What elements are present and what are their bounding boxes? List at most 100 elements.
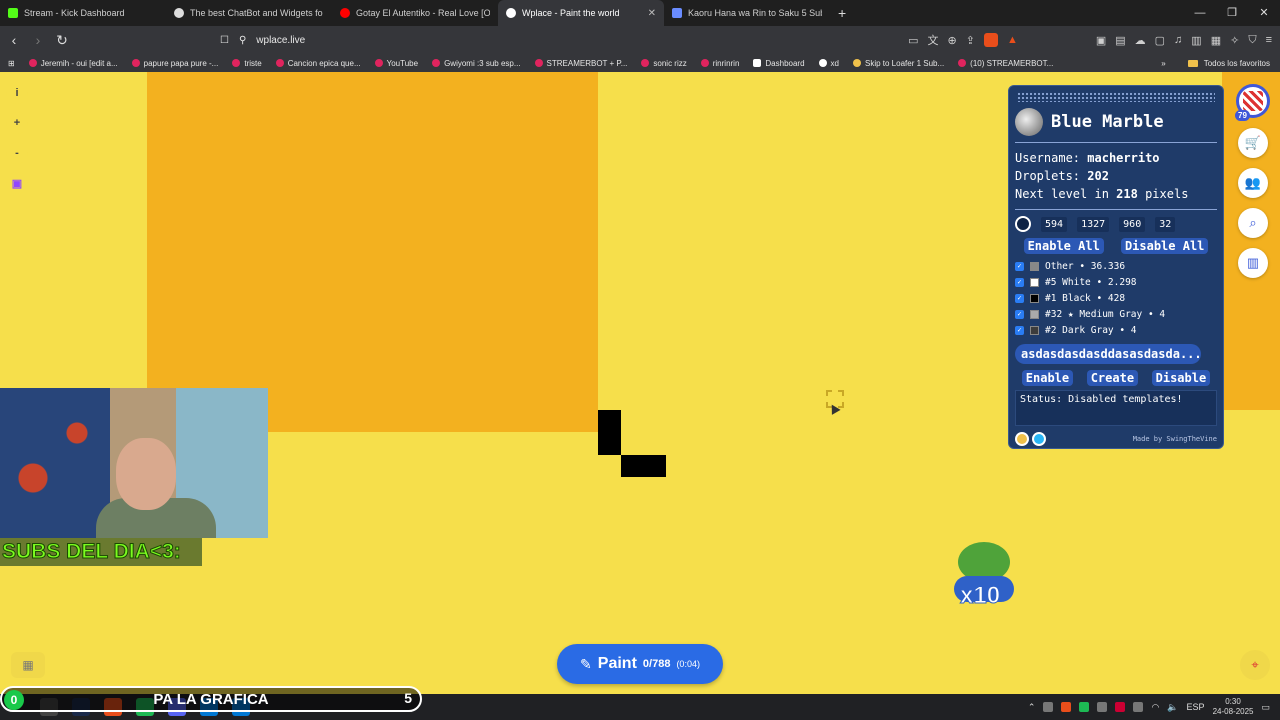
leo-icon[interactable]: ✧ [1230, 34, 1239, 47]
minimize-icon[interactable]: — [1184, 0, 1216, 26]
share-icon[interactable]: ⇪ [966, 34, 975, 47]
all-bookmarks[interactable]: » Todos los favoritos [1161, 54, 1270, 72]
checkbox[interactable]: ✓ [1015, 277, 1024, 287]
settings-icon[interactable] [1032, 432, 1046, 446]
brave-rewards-icon[interactable]: ▲ [1007, 34, 1018, 46]
notifications-icon[interactable]: ▭ [1261, 702, 1270, 713]
pixel-canvas[interactable]: i + - ▣ 79 🛒 👥 ⌕ ▥ Blue Marble Username:… [0, 72, 1280, 694]
wallet-icon[interactable]: ▦ [1211, 34, 1221, 47]
coord-pixel-x[interactable]: 960 [1119, 216, 1146, 232]
info-button[interactable]: i [6, 82, 28, 104]
minimize-panel-icon[interactable] [1015, 432, 1029, 446]
extension-icon[interactable]: ▣ [1096, 34, 1106, 47]
pin-icon[interactable] [1015, 216, 1031, 232]
coord-tile-y[interactable]: 1327 [1077, 216, 1110, 232]
tray-icon[interactable] [1133, 702, 1144, 712]
restore-icon[interactable]: ❐ [1216, 0, 1248, 26]
color-row[interactable]: ✓ #32 ★ Medium Gray • 4 [1015, 306, 1217, 322]
enable-all-button[interactable]: Enable All [1023, 238, 1104, 254]
coord-pixel-y[interactable]: 32 [1155, 216, 1176, 232]
bookmark-item[interactable]: rinrinrin [700, 59, 739, 68]
color-row[interactable]: ✓ #2 Dark Gray • 4 [1015, 322, 1217, 338]
tab-kick[interactable]: Stream - Kick Dashboard [0, 0, 166, 26]
disable-button[interactable]: Disable [1151, 370, 1211, 386]
clock[interactable]: 0:30 24-08-2025 [1213, 697, 1254, 717]
apps-icon[interactable]: ⊞ [8, 59, 15, 68]
search-icon[interactable]: ⌕ [1238, 208, 1268, 238]
menu-icon[interactable]: ≡ [1266, 34, 1272, 46]
map-icon[interactable]: ▦ [11, 652, 45, 678]
translate-icon[interactable]: 文 [928, 32, 939, 48]
bookmark-item[interactable]: YouTube [374, 59, 418, 68]
tray-icon[interactable] [1115, 702, 1126, 712]
tray-icon[interactable] [1097, 702, 1108, 712]
enable-button[interactable]: Enable [1021, 370, 1074, 386]
bookmark-item[interactable]: Skip to Loafer 1 Sub... [853, 59, 944, 68]
cart-icon[interactable]: 🛒 [1238, 128, 1268, 158]
tray-icon[interactable] [1061, 702, 1072, 712]
checkbox[interactable]: ✓ [1015, 261, 1024, 271]
new-tab-button[interactable]: + [830, 5, 854, 21]
sidebar-icon[interactable]: ▥ [1191, 34, 1201, 47]
bookmark-item[interactable]: papure papa pure -... [131, 59, 218, 68]
bookmark-item[interactable]: Gwiyomi :3 sub esp... [432, 59, 521, 68]
zoom-icon[interactable]: ⊕ [948, 34, 957, 47]
disable-all-button[interactable]: Disable All [1120, 238, 1209, 254]
tray-icon[interactable] [1043, 702, 1054, 712]
bookmark-item[interactable]: STREAMERBOT + P... [534, 59, 627, 68]
tab-kaoru[interactable]: Kaoru Hana wa Rin to Saku 5 Sub Esp [664, 0, 830, 26]
close-window-icon[interactable]: ✕ [1248, 0, 1280, 26]
drag-handle[interactable] [1017, 92, 1215, 102]
volume-icon[interactable]: 🔈 [1167, 702, 1178, 713]
bookmark-item[interactable]: (10) STREAMERBOT... [958, 59, 1053, 68]
avatar[interactable]: 79 [1235, 84, 1270, 121]
twitch-icon[interactable]: ▣ [6, 172, 28, 194]
url-box[interactable]: ☐ ⚲ wplace.live [220, 29, 960, 51]
media-icon[interactable]: ♫ [1174, 34, 1182, 46]
url-text[interactable]: wplace.live [256, 35, 305, 46]
language-indicator[interactable]: ESP [1187, 702, 1205, 712]
template-name[interactable]: asdasdasdasddasasdasda... [1015, 344, 1201, 364]
brave-shield-icon[interactable] [983, 33, 998, 47]
tab-wplace[interactable]: Wplace - Paint the world ✕ [498, 0, 664, 26]
reload-icon[interactable]: ↻ [52, 32, 72, 49]
tab-youtube[interactable]: Gotay El Autentiko - Real Love [Offici [332, 0, 498, 26]
paint-button[interactable]: ✎ Paint 0/788 (0:04) [557, 644, 723, 684]
blue-marble-panel[interactable]: Blue Marble Username: macherrito Droplet… [1008, 85, 1224, 449]
bookmark-item[interactable]: sonic rizz [641, 59, 687, 68]
bookmark-item[interactable]: Cancion epica que... [275, 59, 361, 68]
bookmark-item[interactable]: triste [232, 59, 262, 68]
checkbox[interactable]: ✓ [1015, 293, 1024, 303]
bookmark-item[interactable]: Jeremih - oui [edit a... [28, 59, 118, 68]
coord-tile-x[interactable]: 594 [1041, 216, 1068, 232]
back-icon[interactable]: ‹ [4, 32, 24, 48]
vpn-icon[interactable]: ⛉ [1248, 34, 1256, 47]
site-info-icon[interactable]: ⚲ [239, 35, 246, 46]
forward-icon[interactable]: › [28, 32, 48, 48]
zoom-out-button[interactable]: - [6, 142, 28, 164]
bookmark-item[interactable]: Dashboard [753, 59, 805, 68]
more-bookmarks-icon[interactable]: » [1161, 59, 1165, 68]
people-icon[interactable]: 👥 [1238, 168, 1268, 198]
checkbox[interactable]: ✓ [1015, 325, 1024, 335]
tab-chatbot[interactable]: The best ChatBot and Widgets fo [166, 0, 332, 26]
locate-icon[interactable]: ⌖ [1240, 650, 1270, 680]
bookmark-item[interactable]: xd [818, 59, 839, 68]
checkbox[interactable]: ✓ [1015, 309, 1024, 319]
bookmark-icon[interactable]: ☐ [220, 35, 229, 46]
chevron-up-icon[interactable]: ⌃ [1028, 702, 1036, 713]
color-row[interactable]: ✓ #1 Black • 428 [1015, 290, 1217, 306]
extension-icon[interactable]: ▢ [1155, 34, 1165, 47]
zoom-in-button[interactable]: + [6, 112, 28, 134]
extension-icon[interactable]: ☁ [1135, 34, 1146, 47]
leaderboard-icon[interactable]: ▥ [1238, 248, 1268, 278]
cast-icon[interactable]: ▭ [908, 34, 918, 47]
streamerbot-icon [174, 8, 184, 18]
wifi-icon[interactable]: ◠ [1151, 702, 1159, 713]
color-row[interactable]: ✓ #5 White • 2.298 [1015, 274, 1217, 290]
tray-icon[interactable] [1079, 702, 1090, 712]
color-row[interactable]: ✓ Other • 36.336 [1015, 258, 1217, 274]
close-tab-icon[interactable]: ✕ [648, 8, 656, 19]
extension-icon[interactable]: ▤ [1115, 34, 1125, 47]
create-button[interactable]: Create [1086, 370, 1139, 386]
